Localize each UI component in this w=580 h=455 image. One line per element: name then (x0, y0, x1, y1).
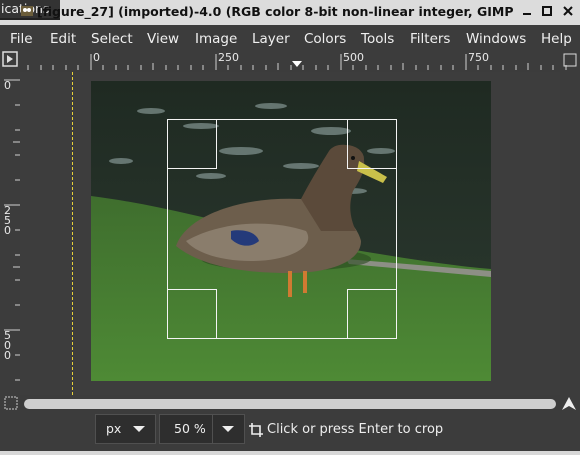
unit-value: px (106, 421, 122, 436)
crop-handle-bottom-right[interactable] (347, 289, 397, 339)
horizontal-ruler: 0 250 500 750 (0, 50, 580, 70)
menu-layer[interactable]: Layer (252, 31, 290, 47)
window-title: [figure_27] (imported)-4.0 (RGB color 8-… (37, 4, 514, 19)
status-message: Click or press Enter to crop (267, 422, 444, 437)
menu-tools[interactable]: Tools (361, 31, 394, 47)
zoom-fit-icon (563, 53, 577, 67)
ruler-label-250: 250 (218, 51, 239, 64)
vertical-guide-line[interactable] (72, 72, 73, 395)
crop-icon (249, 423, 263, 437)
menu-windows[interactable]: Windows (466, 31, 526, 47)
crop-rectangle[interactable] (167, 119, 397, 339)
vertical-ruler: 0 250 500 (0, 70, 20, 395)
image-canvas[interactable] (20, 72, 560, 395)
navigate-icon[interactable] (4, 396, 18, 410)
zoom-separator (212, 415, 213, 443)
unit-dropdown[interactable]: px (95, 414, 156, 444)
zoom-dropdown[interactable]: 50 % (159, 414, 245, 444)
title-bar: ications [figure_27] (imported)-4.0 (RGB… (0, 0, 580, 25)
menu-image[interactable]: Image (195, 31, 237, 47)
menu-colors[interactable]: Colors (304, 31, 346, 47)
close-icon[interactable] (561, 4, 575, 18)
pointer-arrow-icon[interactable] (561, 396, 577, 412)
minimize-icon[interactable] (520, 4, 534, 18)
menu-file[interactable]: File (10, 31, 33, 47)
vruler-label-500: 500 (4, 329, 11, 362)
menu-filters[interactable]: Filters (410, 31, 450, 47)
ruler-label-750: 750 (468, 51, 489, 64)
crop-handle-top-left[interactable] (167, 119, 217, 169)
maximize-icon[interactable] (540, 4, 554, 18)
gimp-icon (21, 6, 33, 16)
chevron-down-icon (133, 426, 145, 432)
ruler-label-0: 0 (93, 51, 100, 64)
ruler-ticks (2, 51, 577, 70)
vruler-label-250: 250 (4, 204, 11, 237)
menu-select[interactable]: Select (91, 31, 133, 47)
zoom-value[interactable]: 50 % (174, 421, 206, 436)
menu-view[interactable]: View (147, 31, 179, 47)
window-bottom-edge (0, 451, 580, 455)
vruler-label-0: 0 (4, 79, 11, 92)
ruler-pointer-marker (292, 61, 302, 67)
horizontal-scrollbar[interactable] (24, 399, 556, 409)
ruler-label-500: 500 (343, 51, 364, 64)
menu-edit[interactable]: Edit (50, 31, 76, 47)
crop-handle-bottom-left[interactable] (167, 289, 217, 339)
menu-help[interactable]: Help (541, 31, 572, 47)
crop-handle-top[interactable] (217, 120, 347, 121)
menu-bar: File Edit Select View Image Layer Colors… (0, 28, 580, 50)
chevron-down-icon[interactable] (222, 426, 234, 432)
crop-handle-top-right[interactable] (347, 119, 397, 169)
status-bar: px 50 % Click or press Enter to crop (0, 412, 580, 455)
